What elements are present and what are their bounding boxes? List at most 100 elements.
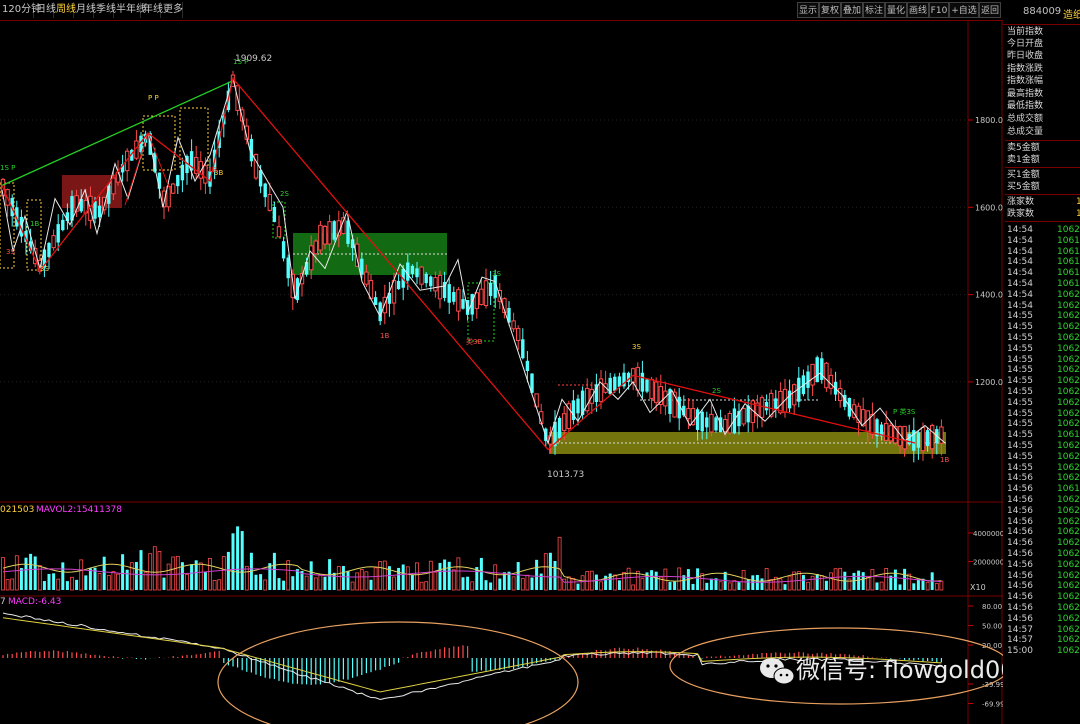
signal-label: 2S: [712, 387, 721, 395]
quote-stat-label: 买1金额: [1007, 170, 1040, 180]
volume-bar-down: [341, 566, 345, 590]
tick-time: 14:56: [1007, 570, 1033, 581]
candle-body-up: [792, 384, 797, 406]
volume-bar-up: [732, 580, 737, 591]
volume-bar-up: [838, 567, 843, 591]
macd-legend-prefix: 7: [0, 597, 6, 607]
volume-bar-up: [865, 577, 870, 591]
volume-bar-down: [295, 569, 299, 590]
volume-bar-up: [566, 576, 571, 591]
volume-bar-up: [318, 574, 323, 591]
volume-bar-up: [157, 551, 162, 591]
volume-bar-down: [309, 561, 313, 590]
volume-bar-up: [10, 578, 15, 591]
volume-bar-down: [277, 578, 281, 590]
candle-body-up: [888, 425, 893, 442]
high-price-label: 1909.62: [235, 54, 272, 64]
price-tick-label: 1200.00: [975, 378, 1003, 387]
volume-bar-up: [806, 581, 810, 591]
candle-body-up: [51, 235, 56, 249]
tab-quarterly[interactable]: 季线: [94, 2, 116, 18]
candle-body-down: [429, 276, 433, 287]
candle-body-down: [61, 219, 65, 231]
f10-button[interactable]: F10: [929, 2, 949, 18]
volume-bar-up: [925, 581, 930, 591]
signal-label: P P: [148, 94, 159, 102]
volume-bar-down: [783, 584, 787, 590]
tab-half-year[interactable]: 半年线: [114, 2, 146, 18]
candle-body-down: [56, 224, 60, 243]
tab-yearly[interactable]: 年线: [141, 2, 163, 18]
tick-time: 14:55: [1007, 441, 1033, 451]
draw-button[interactable]: 画线: [907, 2, 929, 18]
candle-body-up: [267, 193, 273, 211]
low-price-label: 1013.73: [547, 470, 584, 480]
quant-button[interactable]: 量化: [885, 2, 907, 18]
price-tick-label: 1400.00: [975, 291, 1003, 300]
candle-body-up: [649, 378, 654, 399]
tick-price: 1062.: [1057, 225, 1080, 235]
chart-canvas[interactable]: 1800.001600.001400.001200.00 1S PP P1S P…: [0, 20, 1003, 724]
tick-time: 14:56: [1007, 516, 1033, 527]
candle-body-up: [171, 183, 176, 194]
volume-bar-up: [106, 575, 111, 591]
back-button[interactable]: 返回: [979, 2, 1001, 18]
tab-monthly[interactable]: 月线: [74, 2, 96, 18]
tick-price: 1062.: [1057, 397, 1080, 408]
candle-body-down: [176, 175, 180, 187]
tick-price: 1061.: [1057, 246, 1080, 257]
tick-time: 14:56: [1007, 505, 1033, 516]
volume-bar-down: [484, 580, 488, 590]
tick-price: 1062.: [1057, 538, 1080, 549]
volume-bar-down: [576, 583, 580, 590]
candle-body-down: [47, 242, 51, 257]
display-button[interactable]: 显示: [797, 2, 819, 18]
volume-bar-down: [654, 571, 658, 590]
volume-bar-down: [346, 571, 350, 590]
quote-stat-label: 指数涨幅: [1007, 76, 1044, 86]
tab-more[interactable]: 更多: [161, 2, 183, 18]
add-watchlist-button[interactable]: +自选: [949, 2, 979, 18]
overlay-button[interactable]: 叠加: [841, 2, 863, 18]
tab-daily[interactable]: 日线: [34, 2, 56, 18]
volume-bar-down: [760, 578, 764, 590]
price-tick-label: 1800.00: [975, 116, 1003, 125]
tick-time: 14:56: [1007, 495, 1033, 505]
volume-bar-up: [939, 580, 944, 591]
candle-body-up: [930, 424, 935, 450]
tick-price: 1062.: [1057, 495, 1080, 505]
volume-bar-down: [815, 573, 819, 590]
volume-bar-up: [364, 571, 369, 591]
volume-bar-up: [934, 582, 939, 591]
volume-bar-down: [190, 564, 194, 590]
volume-bar-up: [599, 581, 603, 591]
volume-bar-down: [737, 582, 741, 590]
signal-label: 1B: [30, 220, 39, 228]
volume-bar-down: [47, 573, 51, 590]
candle-body-down: [97, 205, 102, 218]
tick-price: 1062.: [1057, 322, 1080, 333]
tick-time: 14:55: [1007, 387, 1033, 397]
tick-price: 1061.: [1057, 279, 1080, 289]
volume-bar-down: [553, 561, 557, 590]
candle-body-down: [557, 417, 562, 439]
tab-weekly[interactable]: 周线: [54, 2, 76, 18]
volume-bar-up: [557, 536, 562, 591]
annotate-button[interactable]: 标注: [863, 2, 885, 18]
tab-120min[interactable]: 120分钟: [0, 2, 41, 18]
volume-bar-up: [171, 556, 176, 591]
volume-bar-up: [79, 559, 84, 591]
candle-body-down: [180, 164, 185, 181]
candle-body-up: [318, 224, 323, 251]
candle-body-down: [452, 292, 456, 302]
tick-time: 14:57: [1007, 624, 1033, 635]
tick-price: 1062.: [1057, 581, 1080, 592]
volume-bar-down: [19, 568, 23, 590]
tick-time: 14:57: [1007, 635, 1033, 646]
tick-price: 1062.: [1057, 441, 1080, 451]
candle-body-down: [705, 417, 709, 428]
volume-bar-down: [33, 556, 37, 590]
candle-body-up: [759, 397, 765, 418]
volume-bar-up: [433, 571, 438, 591]
adjust-button[interactable]: 复权: [819, 2, 841, 18]
